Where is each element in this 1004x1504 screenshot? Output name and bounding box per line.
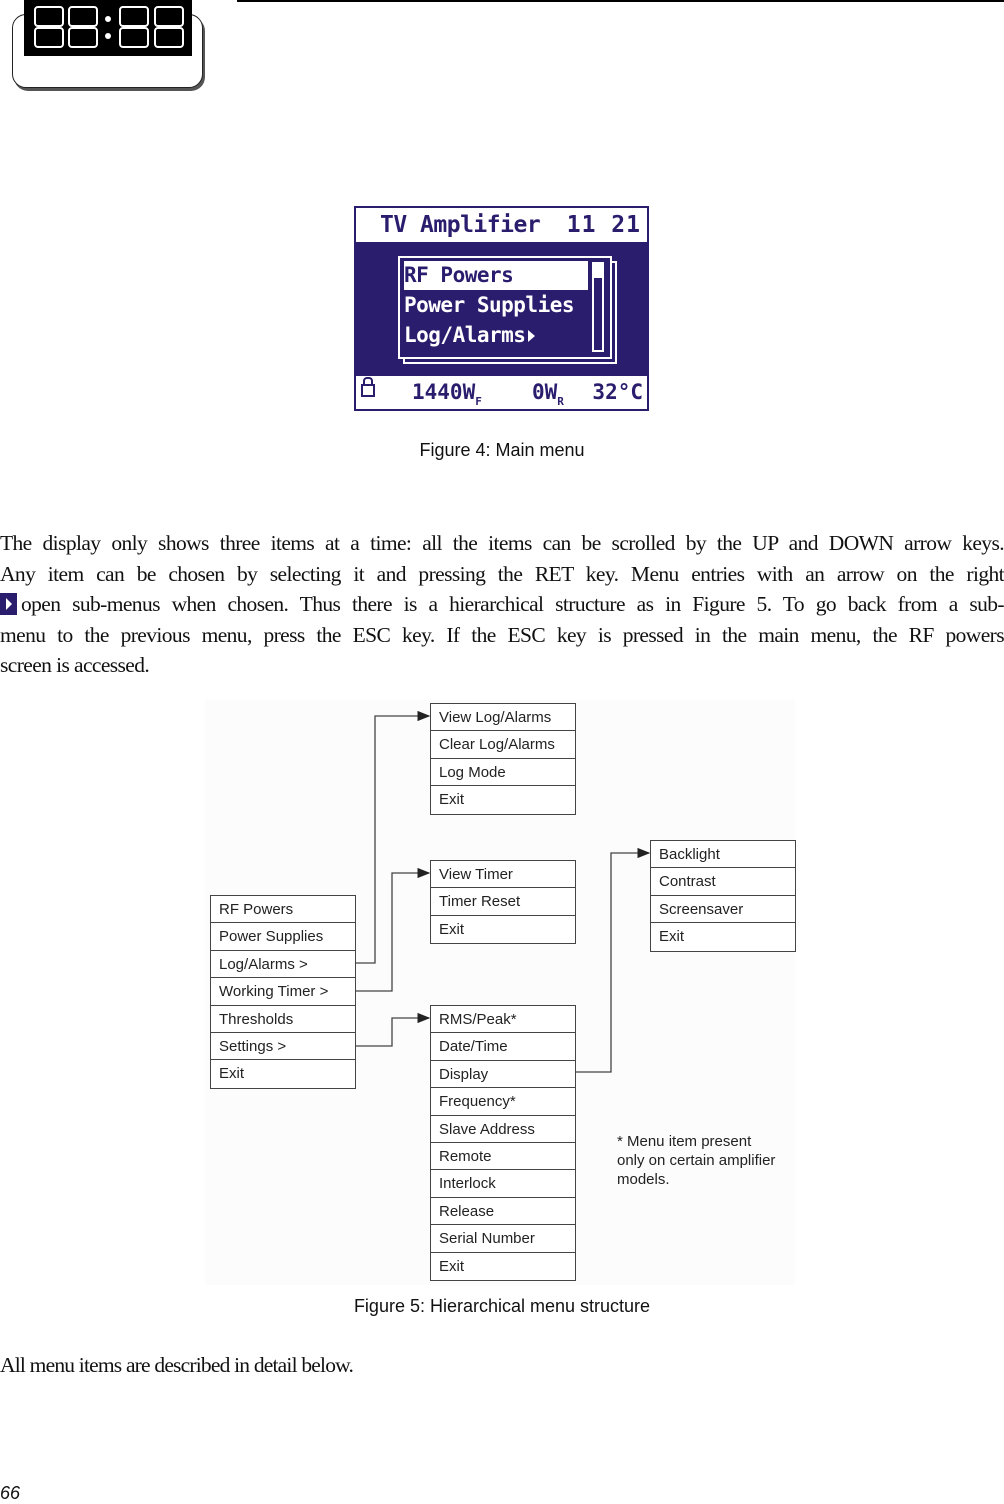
log-menu-item: Clear Log/Alarms — [431, 731, 575, 759]
working-timer-menu-box: View Timer Timer Reset Exit — [430, 860, 576, 945]
settings-menu-item: Display — [431, 1061, 575, 1089]
lcd-menu-item-power-supplies: Power Supplies — [404, 293, 575, 317]
log-alarms-menu-box: View Log/Alarms Clear Log/Alarms Log Mod… — [430, 703, 576, 815]
timer-menu-item: View Timer — [431, 861, 575, 889]
body-line: The display only shows three items at a … — [0, 531, 1004, 555]
log-menu-item: Exit — [439, 791, 465, 809]
body-paragraph: The display only shows three items at a … — [0, 528, 1004, 681]
footnote-line: only on certain amplifier — [617, 1152, 776, 1169]
connector-working-timer — [355, 867, 431, 992]
main-menu-item: Working Timer > — [211, 978, 355, 1006]
footnote-line: * Menu item present — [617, 1133, 752, 1150]
lock-icon — [361, 384, 375, 397]
settings-menu-item: Release — [431, 1198, 575, 1226]
submenu-arrow-icon — [0, 593, 17, 615]
lcd-menu-item-rf-powers: RF Powers — [404, 261, 588, 290]
display-menu-item: Exit — [659, 928, 685, 946]
main-menu-item: RF Powers — [211, 896, 355, 924]
timer-menu-item: Timer Reset — [431, 888, 575, 916]
lcd-reflected-power: 0WR — [532, 380, 564, 408]
body-line: menu to the previous menu, press the ESC… — [0, 622, 1004, 647]
submenu-arrow-icon — [528, 330, 536, 342]
log-menu-item: View Log/Alarms — [431, 704, 575, 732]
display-menu-item: Screensaver — [651, 896, 795, 924]
figure4-caption: Figure 4: Main menu — [419, 440, 585, 460]
header-rule — [237, 0, 1004, 2]
lcd-scrollbar — [592, 262, 604, 352]
main-menu-item: Exit — [219, 1065, 245, 1083]
lcd-time: 11 21 — [566, 212, 641, 238]
body-line: open sub-menus when chosen. Thus there i… — [0, 589, 1004, 620]
closing-sentence: All menu items are described in detail b… — [0, 1353, 354, 1377]
lcd-temperature: 32°C — [592, 380, 643, 404]
settings-menu-item: Date/Time — [431, 1033, 575, 1061]
log-menu-item: Log Mode — [431, 759, 575, 787]
body-line: screen is accessed. — [0, 653, 150, 677]
timer-menu-item: Exit — [439, 920, 465, 938]
lcd-menu-item-log-alarms: Log/Alarms — [404, 321, 588, 350]
main-menu-item: Power Supplies — [211, 923, 355, 951]
main-menu-box: RF Powers Power Supplies Log/Alarms > Wo… — [210, 895, 356, 1089]
lcd-scrollbar-thumb — [594, 264, 602, 278]
lcd-menu: RF Powers Power Supplies Log/Alarms — [398, 256, 612, 359]
settings-menu-item: Exit — [439, 1257, 465, 1275]
settings-menu-item: Interlock — [431, 1170, 575, 1198]
settings-menu-item: Frequency* — [431, 1088, 575, 1116]
main-menu-item: Thresholds — [211, 1006, 355, 1033]
settings-menu-item: Slave Address — [431, 1116, 575, 1143]
lcd-title-bar: TV Amplifier 11 21 — [356, 208, 647, 242]
clock-icon — [24, 0, 192, 56]
lcd-forward-power: 1440WF — [412, 380, 482, 408]
settings-menu-item: Remote — [431, 1143, 575, 1171]
main-menu-item: Settings > — [211, 1033, 355, 1061]
lcd-main-menu-figure: TV Amplifier 11 21 RF Powers Power Suppl… — [354, 206, 649, 411]
body-line: Any item can be chosen by selecting it a… — [0, 561, 1004, 586]
lcd-status-bar: 1440WF 0WR 32°C — [356, 376, 647, 409]
settings-menu-item: Serial Number — [431, 1225, 575, 1253]
connector-display — [575, 847, 651, 1073]
figure5-caption: Figure 5: Hierarchical menu structure — [353, 1296, 651, 1316]
page-number: 66 — [0, 1483, 21, 1503]
settings-menu-item: RMS/Peak* — [431, 1006, 575, 1034]
display-menu-item: Backlight — [651, 841, 795, 869]
main-menu-item: Log/Alarms > — [211, 951, 355, 979]
menu-hierarchy-diagram: RF Powers Power Supplies Log/Alarms > Wo… — [205, 700, 796, 1285]
connector-settings — [355, 1012, 431, 1047]
footnote-line: models. — [617, 1171, 670, 1188]
display-menu-box: Backlight Contrast Screensaver Exit — [650, 840, 796, 952]
display-menu-item: Contrast — [651, 868, 795, 896]
settings-menu-box: RMS/Peak* Date/Time Display Frequency* S… — [430, 1005, 576, 1281]
footnote: * Menu item present only on certain ampl… — [617, 1132, 775, 1189]
lcd-title: TV Amplifier — [380, 212, 541, 238]
